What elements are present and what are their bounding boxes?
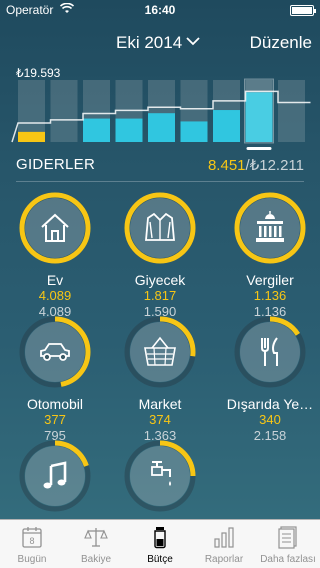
category-spent: 1.136 (253, 288, 287, 303)
tab-label: Bakiye (80, 554, 111, 565)
chart-bar (213, 110, 240, 142)
total-budget: ₺12.211 (249, 157, 304, 174)
month-selector[interactable]: Eki 2014 (116, 33, 182, 53)
category-spent: 4.089 (38, 288, 72, 303)
chart-slot[interactable] (278, 80, 305, 142)
chart-bar (18, 131, 45, 142)
category-progress-ring (19, 316, 91, 388)
category-progress-ring (19, 440, 91, 512)
category-spent: 374 (149, 412, 171, 427)
edit-button[interactable]: Düzenle (250, 33, 312, 53)
chart-max-label: ₺19.593 (16, 66, 61, 80)
fork-knife-icon (261, 337, 278, 366)
chart-bar (180, 121, 208, 142)
category-progress-ring (234, 192, 306, 264)
tab-today[interactable]: 8 Bugün (0, 520, 64, 568)
category-progress-ring (19, 192, 91, 264)
section-title: GIDERLER (16, 156, 96, 173)
chart-selected-indicator (246, 147, 272, 150)
calendar-icon: 8 (22, 527, 42, 548)
chevron-down-icon[interactable] (186, 35, 200, 47)
category-item[interactable]: Giyecek 1.817 1.590 (105, 192, 215, 319)
category-progress-ring (124, 440, 196, 512)
category-spent: 1.817 (143, 288, 177, 303)
category-budget: 2.158 (253, 428, 287, 443)
faucet-icon (151, 461, 171, 486)
chart-bar (83, 118, 110, 142)
calendar-day: 8 (29, 536, 34, 546)
clock: 16:40 (144, 3, 176, 17)
jar-icon (154, 527, 166, 549)
tab-label: Daha fazlası (260, 554, 316, 565)
total-spent: 8.451 (207, 157, 246, 174)
category-progress-ring (234, 316, 306, 388)
shopping-basket-icon (144, 336, 176, 366)
category-progress-ring (124, 192, 196, 264)
category-name: Otomobil (26, 396, 84, 412)
monthly-budget-chart: ₺19.593 (0, 62, 320, 160)
tab-label: Bütçe (147, 554, 173, 565)
shirt-icon (145, 212, 175, 241)
tab-reports[interactable]: Raporlar (192, 520, 256, 568)
scales-icon (84, 528, 108, 547)
car-icon (40, 343, 70, 361)
status-bar: Operatör 16:40 (0, 0, 320, 20)
house-icon (41, 213, 69, 242)
tab-more[interactable]: Daha fazlası (256, 520, 320, 568)
tab-label: Bugün (17, 554, 47, 565)
bar-chart-icon (214, 527, 234, 548)
tab-bar: 8 Bugün Bakiye Bütçe Raporlar Daha fazla… (0, 519, 320, 568)
category-name: Ev (46, 272, 64, 288)
tab-balance[interactable]: Bakiye (64, 520, 128, 568)
category-item[interactable]: Market 374 1.363 (105, 316, 215, 443)
category-name: Market (138, 396, 182, 412)
music-note-icon (43, 461, 67, 489)
tab-label: Raporlar (204, 554, 244, 565)
category-name: Vergiler (246, 272, 294, 288)
category-name: Dışarıda Ye… (226, 396, 314, 412)
category-item[interactable]: Dışarıda Ye… 340 2.158 (215, 316, 320, 443)
category-item[interactable]: Otomobil 377 795 (0, 316, 110, 443)
category-progress-ring (124, 316, 196, 388)
chart-bar (115, 118, 143, 142)
chart-selected-highlight (244, 78, 274, 144)
category-item[interactable]: Vergiler 1.136 1.136 (215, 192, 320, 319)
total-summary: 8.451/₺12.211 (208, 156, 304, 174)
chart-bar (148, 113, 175, 142)
tab-budget[interactable]: Bütçe (128, 520, 192, 568)
category-item[interactable]: Ev 4.089 4.089 (0, 192, 110, 319)
chart-slot[interactable] (50, 80, 78, 142)
divider (16, 181, 304, 182)
category-spent: 340 (259, 412, 281, 427)
category-name: Giyecek (134, 272, 186, 288)
category-spent: 377 (44, 412, 66, 427)
battery-icon (290, 5, 316, 16)
document-icon (278, 526, 297, 549)
navigation-bar: Eki 2014 Düzenle (0, 28, 320, 56)
government-building-icon (256, 211, 284, 242)
